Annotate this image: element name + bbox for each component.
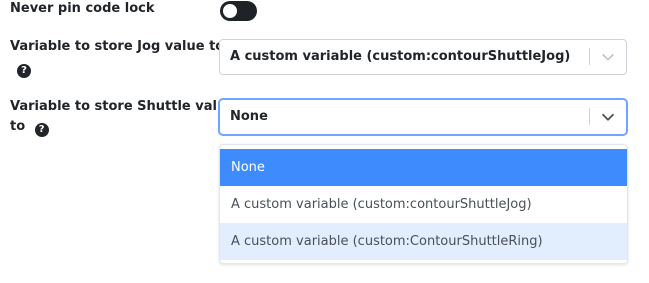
shuttle-label-line1: Variable to store Shuttle value bbox=[10, 99, 236, 114]
shuttle-variable-select[interactable]: None bbox=[219, 99, 627, 135]
jog-label: Variable to store Jog value to ? bbox=[10, 37, 224, 78]
question-circle-icon[interactable]: ? bbox=[34, 123, 49, 137]
dropdown-option-shuttle-jog[interactable]: A custom variable (custom:contourShuttle… bbox=[220, 186, 627, 223]
shuttle-label: Variable to store Shuttle value to ? bbox=[10, 97, 235, 137]
select-separator bbox=[589, 48, 590, 65]
jog-label-text: Variable to store Jog value to bbox=[10, 39, 225, 54]
toggle-knob bbox=[223, 4, 237, 18]
never-pin-toggle[interactable] bbox=[220, 1, 257, 21]
jog-select-value: A custom variable (custom:contourShuttle… bbox=[230, 49, 571, 64]
jog-variable-select[interactable]: A custom variable (custom:contourShuttle… bbox=[219, 39, 627, 75]
select-separator bbox=[589, 108, 590, 125]
dropdown-option-shuttle-ring[interactable]: A custom variable (custom:ContourShuttle… bbox=[220, 223, 627, 260]
never-pin-label: Never pin code lock bbox=[10, 1, 155, 16]
chevron-down-icon[interactable] bbox=[599, 48, 617, 66]
chevron-down-icon[interactable] bbox=[599, 108, 617, 126]
shuttle-select-value: None bbox=[230, 109, 268, 124]
dropdown-option-none[interactable]: None bbox=[220, 149, 627, 186]
shuttle-label-line2: to bbox=[10, 119, 26, 134]
shuttle-dropdown-menu: None A custom variable (custom:contourSh… bbox=[219, 144, 628, 264]
question-circle-icon[interactable]: ? bbox=[17, 64, 31, 78]
